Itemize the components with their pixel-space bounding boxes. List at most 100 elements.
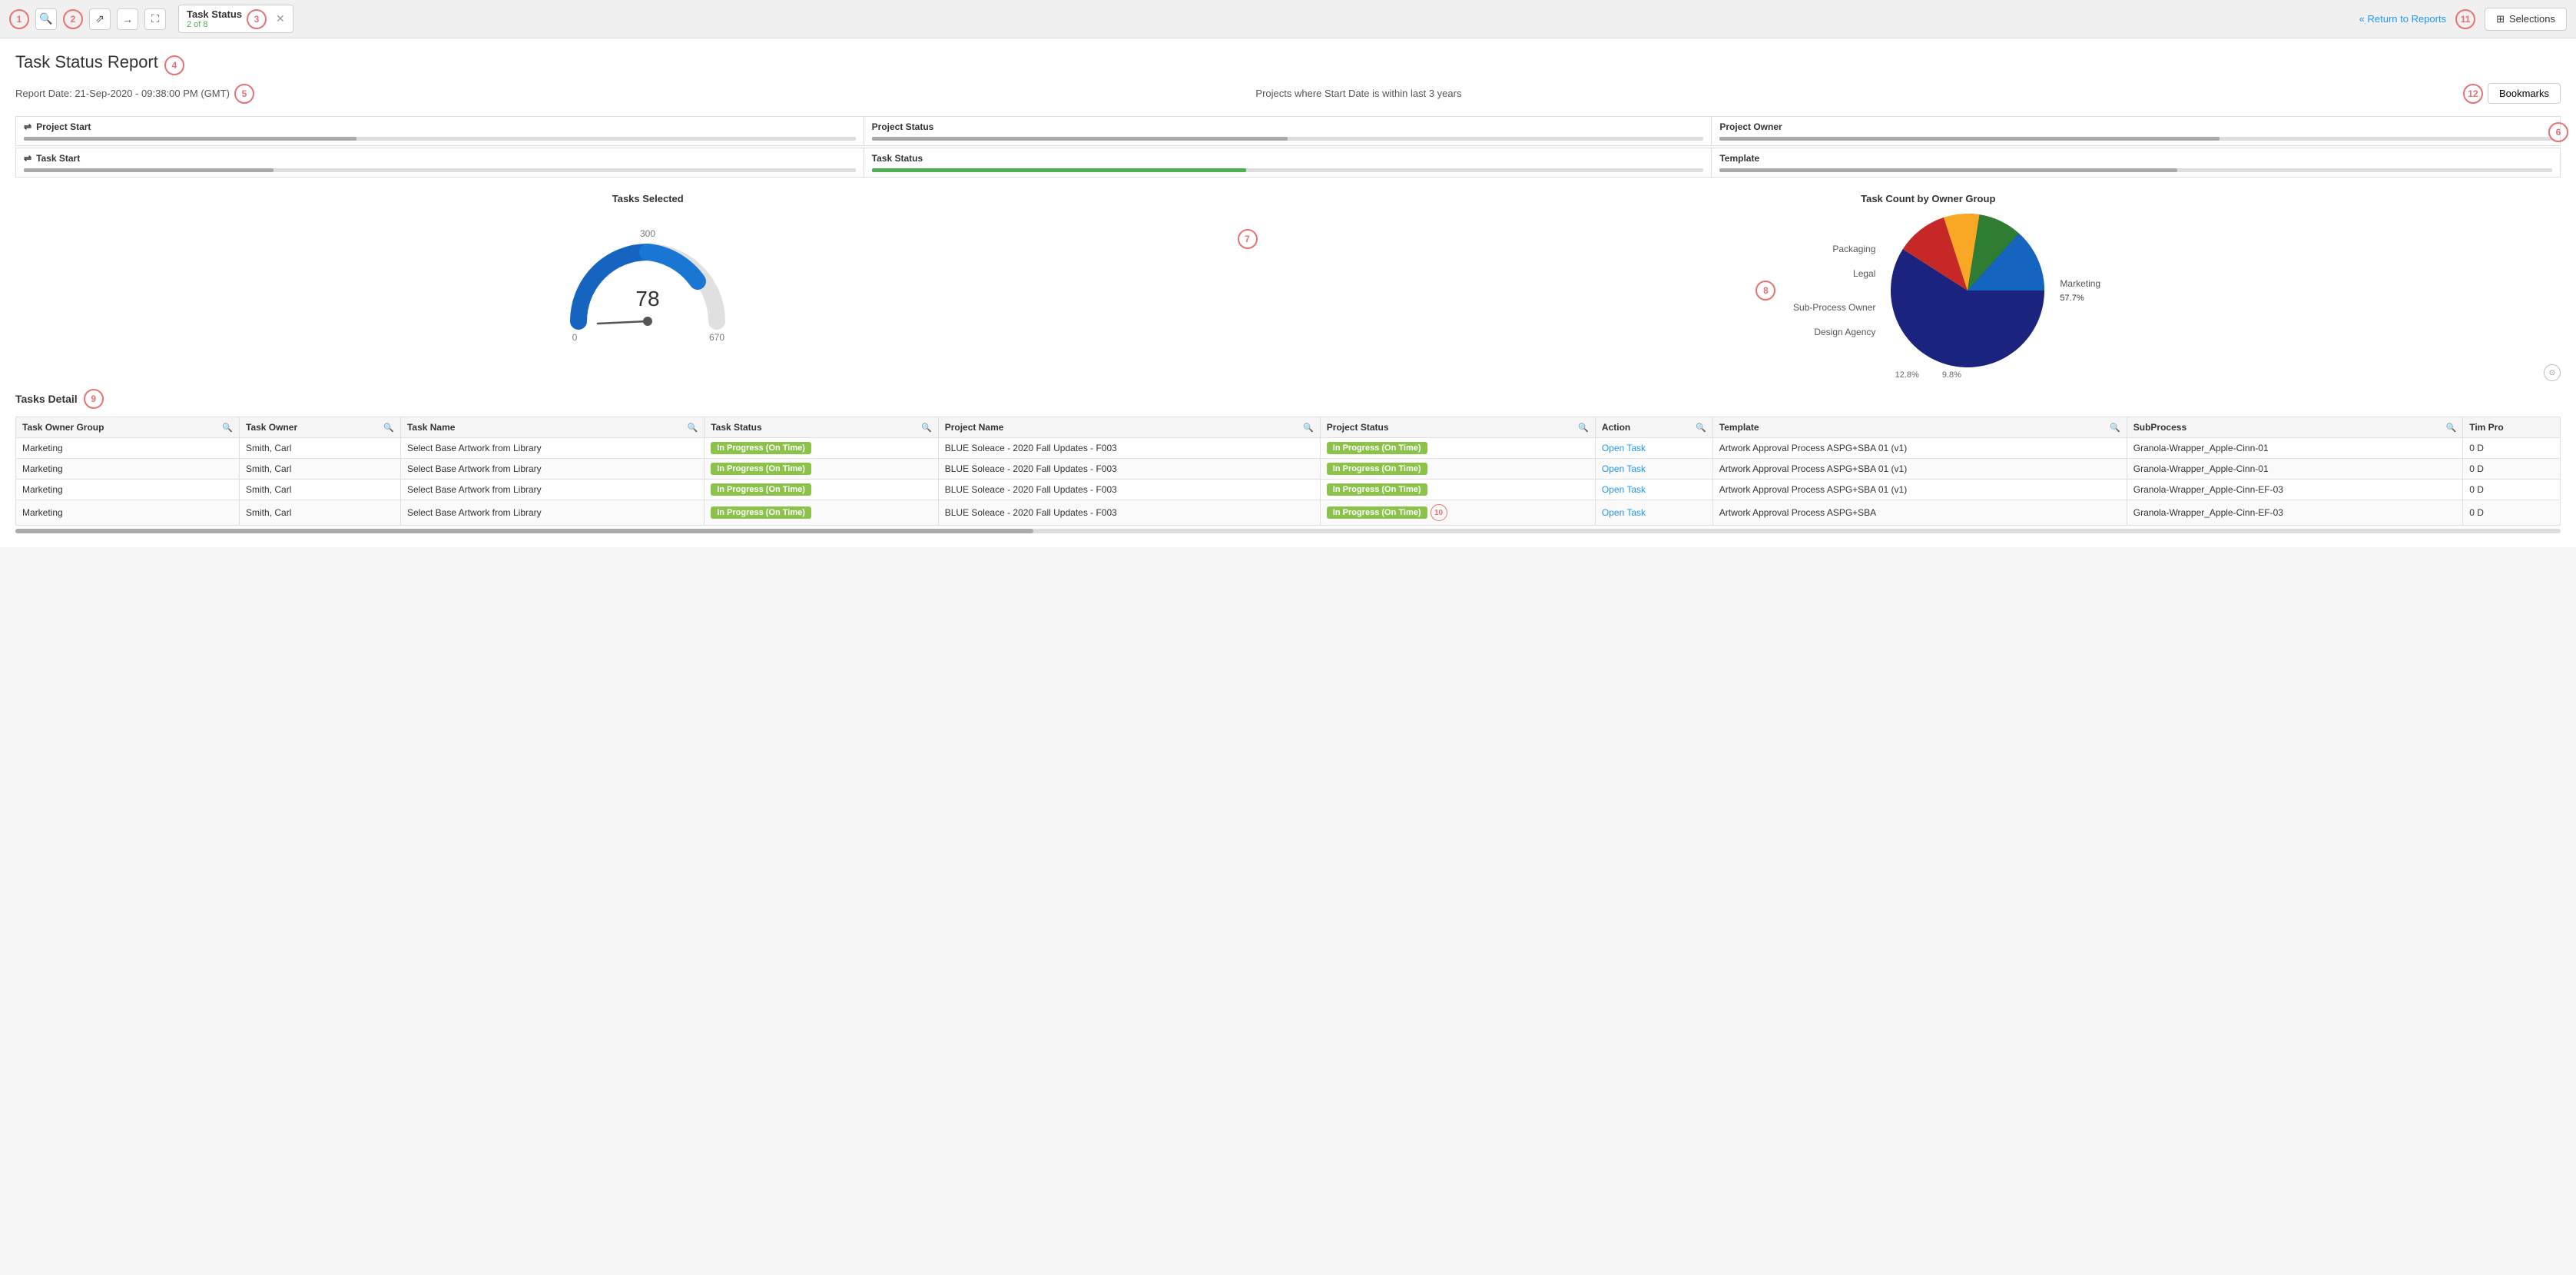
annotation-7: 7 [1238, 229, 1258, 249]
open-task-link[interactable]: Open Task [1602, 443, 1646, 453]
table-cell: In Progress (On Time) [1320, 438, 1595, 459]
table-cell: 0 D [2463, 480, 2561, 500]
search-icon-action[interactable]: 🔍 [1696, 423, 1706, 433]
filter-label-task-status: Task Status [872, 153, 923, 164]
return-to-reports-link[interactable]: « Return to Reports [2359, 13, 2446, 25]
open-task-link[interactable]: Open Task [1602, 463, 1646, 474]
table-header-row: Task Owner Group 🔍 Task Owner 🔍 Task Nam… [16, 417, 2561, 438]
table-scrollbar[interactable] [15, 529, 2561, 533]
pie-label-packaging: Packaging [1783, 244, 1875, 254]
pie-marketing-label: Marketing [2060, 278, 2100, 289]
filter-icon-task-start: ⇌ [24, 153, 31, 164]
search-icon-project-name[interactable]: 🔍 [1303, 423, 1314, 433]
table-cell: In Progress (On Time) [1320, 480, 1595, 500]
filter-project-start[interactable]: ⇌ Project Start [16, 117, 864, 145]
table-cell: Artwork Approval Process ASPG+SBA [1712, 500, 2127, 526]
table-cell: BLUE Soleace - 2020 Fall Updates - F003 [938, 438, 1320, 459]
search-icon-template[interactable]: 🔍 [2110, 423, 2120, 433]
search-icon-task-owner[interactable]: 🔍 [383, 423, 394, 433]
table-cell: Marketing [16, 459, 240, 480]
tab-subtitle: 2 of 8 [187, 20, 242, 29]
forward-icon[interactable]: → [117, 8, 138, 30]
open-task-link[interactable]: Open Task [1602, 484, 1646, 495]
filter-label-project-start: Project Start [36, 121, 91, 132]
selections-button[interactable]: ⊞ Selections [2485, 8, 2567, 31]
tab-close-button[interactable]: ✕ [276, 12, 285, 25]
active-tab[interactable]: Task Status 2 of 8 3 ✕ [178, 5, 293, 33]
bookmarks-button[interactable]: Bookmarks [2488, 83, 2561, 104]
filter-row-1: ⇌ Project Start Project Status Project O… [15, 116, 2561, 146]
table-cell[interactable]: Open Task [1595, 500, 1712, 526]
filter-template[interactable]: Template [1712, 148, 2560, 177]
gauge-svg: 78 0 670 300 [555, 214, 740, 344]
pie-container: 8 Packaging Legal Sub-Process Owner Desi… [1296, 214, 2561, 367]
table-cell[interactable]: Open Task [1595, 438, 1712, 459]
annotation-2: 2 [63, 9, 83, 29]
fullscreen-icon[interactable]: ⛶ [144, 8, 166, 30]
table-cell: Granola-Wrapper_Apple-Cinn-EF-03 [2127, 500, 2462, 526]
filter-project-status[interactable]: Project Status [864, 117, 1712, 145]
table-cell: In Progress (On Time) [705, 438, 939, 459]
annotation-8: 8 [1755, 281, 1775, 300]
annotation-5: 5 [234, 84, 254, 104]
table-cell: Smith, Carl [240, 459, 401, 480]
col-action: Action 🔍 [1595, 417, 1712, 438]
pie-label-subprocess: Sub-Process Owner [1783, 302, 1875, 313]
open-task-link[interactable]: Open Task [1602, 507, 1646, 518]
tab-title: Task Status [187, 8, 242, 20]
col-subprocess: SubProcess 🔍 [2127, 417, 2462, 438]
table-cell: Artwork Approval Process ASPG+SBA 01 (v1… [1712, 438, 2127, 459]
table-cell[interactable]: Open Task [1595, 480, 1712, 500]
table-cell: Granola-Wrapper_Apple-Cinn-01 [2127, 438, 2462, 459]
pie-title: Task Count by Owner Group [1296, 193, 2561, 204]
col-project-status: Project Status 🔍 [1320, 417, 1595, 438]
report-meta: Report Date: 21-Sep-2020 - 09:38:00 PM (… [15, 83, 2561, 104]
filter-task-start[interactable]: ⇌ Task Start [16, 148, 864, 177]
col-template: Template 🔍 [1712, 417, 2127, 438]
table-cell: Smith, Carl [240, 480, 401, 500]
pie-svg [1891, 214, 2044, 367]
table-cell: Marketing [16, 438, 240, 459]
annotation-10: 10 [1431, 504, 1447, 521]
table-cell: Artwork Approval Process ASPG+SBA 01 (v1… [1712, 459, 2127, 480]
main-content: Task Status Report 4 Report Date: 21-Sep… [0, 38, 2576, 547]
filter-project-owner[interactable]: Project Owner [1712, 117, 2560, 145]
table-row: MarketingSmith, CarlSelect Base Artwork … [16, 438, 2561, 459]
table-cell: 0 D [2463, 459, 2561, 480]
table-cell: Granola-Wrapper_Apple-Cinn-01 [2127, 459, 2462, 480]
pie-section: Task Count by Owner Group 8 Packaging Le… [1296, 193, 2561, 380]
expand-icon[interactable]: ⇗ [89, 8, 111, 30]
table-cell: In Progress (On Time)10 [1320, 500, 1595, 526]
table-cell: Select Base Artwork from Library [400, 459, 704, 480]
search-icon-task-status[interactable]: 🔍 [921, 423, 932, 433]
col-task-status: Task Status 🔍 [705, 417, 939, 438]
annotation-4: 4 [164, 55, 184, 75]
filter-task-status[interactable]: Task Status [864, 148, 1712, 177]
pie-label-legal: Legal [1783, 268, 1875, 279]
table-cell: Marketing [16, 500, 240, 526]
tasks-table: Task Owner Group 🔍 Task Owner 🔍 Task Nam… [15, 417, 2561, 526]
table-cell: In Progress (On Time) [705, 459, 939, 480]
expand-chart-button[interactable]: ⊙ [2544, 364, 2561, 381]
table-cell[interactable]: Open Task [1595, 459, 1712, 480]
annotation-9: 9 [84, 389, 104, 409]
search-icon-project-status[interactable]: 🔍 [1578, 423, 1589, 433]
pie-pct-design: 12.8% [1895, 370, 1919, 380]
table-cell: In Progress (On Time) [1320, 459, 1595, 480]
gauge-title: Tasks Selected [15, 193, 1281, 204]
search-icon-owner-group[interactable]: 🔍 [222, 423, 233, 433]
search-icon-subprocess[interactable]: 🔍 [2446, 423, 2457, 433]
col-task-owner-group: Task Owner Group 🔍 [16, 417, 240, 438]
search-icon-task-name[interactable]: 🔍 [688, 423, 698, 433]
table-row: MarketingSmith, CarlSelect Base Artwork … [16, 459, 2561, 480]
pie-marketing-pct: 57.7% [2060, 294, 2100, 303]
tasks-detail-title-text: Tasks Detail [15, 393, 78, 405]
zoom-icon[interactable]: 🔍 [35, 8, 57, 30]
table-cell: In Progress (On Time) [705, 500, 939, 526]
filter-icon-project-start: ⇌ [24, 121, 31, 132]
col-time-pro: Tim Pro [2463, 417, 2561, 438]
table-cell: 0 D [2463, 438, 2561, 459]
toolbar-right: « Return to Reports 11 ⊞ Selections [2359, 8, 2567, 31]
col-project-name: Project Name 🔍 [938, 417, 1320, 438]
table-row: MarketingSmith, CarlSelect Base Artwork … [16, 500, 2561, 526]
